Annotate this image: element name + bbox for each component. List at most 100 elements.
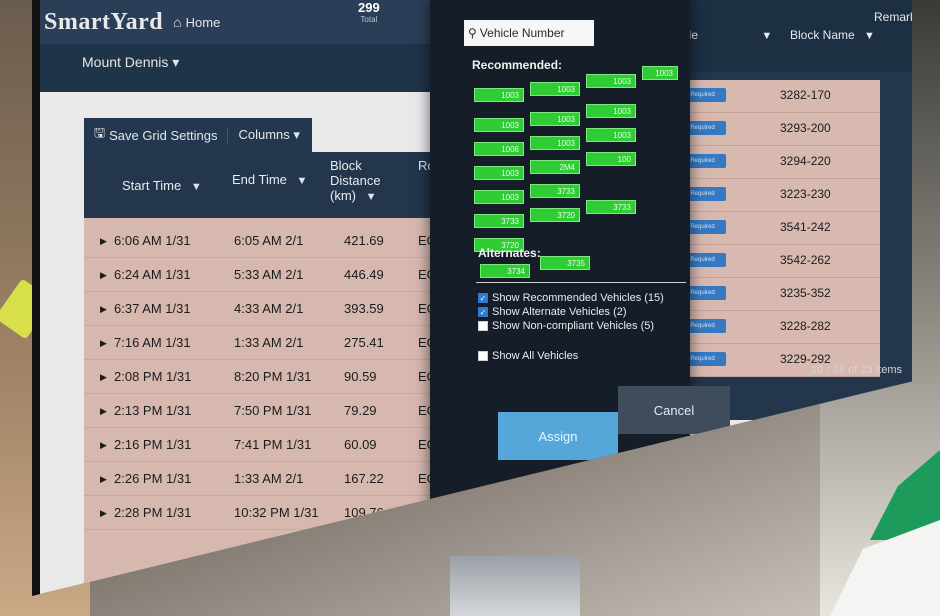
vehicle-option-button[interactable]: 1003 — [474, 88, 524, 102]
home-label: Home — [185, 14, 221, 30]
previous-page-button[interactable]: ◀ — [220, 566, 238, 584]
cell-end: 5:33 AM 2/1 — [234, 267, 304, 282]
checkbox-unchecked-icon — [478, 321, 488, 331]
header-end-time-label: End Time — [232, 172, 287, 187]
table-row[interactable]: ▶ 2:28 PM 1/31 10:32 PM 1/31 109.76 EG — [84, 496, 684, 530]
filter-icon[interactable]: ▼ — [191, 181, 202, 193]
cell-start: 2:08 PM 1/31 — [114, 369, 192, 384]
vehicle-option-button[interactable]: 1003 — [586, 74, 636, 88]
header-start-time[interactable]: Start Time ▼ — [122, 178, 202, 195]
vehicle-option-button[interactable]: 1003 — [530, 112, 580, 126]
expand-row-icon[interactable]: ▶ — [100, 474, 107, 485]
vehicle-option-button[interactable]: 3733 — [530, 184, 580, 198]
save-grid-settings-button[interactable]: 🖫 Save Grid Settings — [84, 124, 227, 146]
expand-row-icon[interactable]: ▶ — [100, 236, 107, 247]
cell-route: EG — [418, 505, 437, 520]
filter-icon[interactable]: ▼ — [297, 175, 308, 187]
home-button[interactable]: ⌂ Home — [173, 14, 220, 30]
assign-button[interactable]: Assign — [498, 412, 618, 460]
table-row[interactable]: ment Required 3282-170 — [660, 80, 880, 113]
filter-icon[interactable]: ▼ — [366, 191, 377, 203]
table-row[interactable]: ment Required 3223-230 — [660, 179, 880, 212]
expand-row-icon[interactable]: ▶ — [100, 338, 107, 349]
vehicle-option-button[interactable]: 3720 — [530, 208, 580, 222]
expand-row-icon[interactable]: ▶ — [100, 406, 107, 417]
page-number-input[interactable]: 2 — [276, 564, 305, 586]
cell-end: 8:20 PM 1/31 — [234, 369, 312, 384]
monitor-stand — [450, 556, 580, 616]
show-alternates-label: Show Alternate Vehicles (2) — [492, 306, 627, 318]
cell-end: 1:33 AM 2/1 — [234, 335, 304, 350]
vehicle-option-button[interactable]: 1006 — [474, 142, 524, 156]
vehicle-option-button[interactable]: 1003 — [642, 66, 678, 80]
right-grid-header: icle ▼ Block Name ▼ Remark — [660, 0, 912, 72]
divider — [476, 282, 686, 283]
cell-end: 7:41 PM 1/31 — [234, 437, 312, 452]
header-remark-label: Remark — [874, 10, 912, 24]
page-label: Page — [242, 568, 271, 582]
expand-row-icon[interactable]: ▶ — [100, 372, 107, 383]
vehicle-option-button[interactable]: 2M4 — [530, 160, 580, 174]
next-page-button[interactable]: ▶ — [340, 566, 359, 584]
save-grid-settings-label: Save Grid Settings — [109, 127, 218, 143]
vehicle-option-button[interactable]: 1003 — [474, 190, 524, 204]
vehicle-option-button[interactable]: 1003 — [530, 82, 580, 96]
app-logo: SmartYard — [44, 8, 164, 35]
table-row[interactable]: ment Required 3541-242 — [660, 212, 880, 245]
vehicle-option-button[interactable]: 1003 — [586, 128, 636, 142]
vehicle-search-input[interactable]: ⚲ Vehicle Number — [464, 20, 594, 46]
page-of-label: Of 3 — [310, 568, 333, 582]
last-page-button[interactable]: ▶| — [362, 566, 381, 584]
cell-block-name: 3541-242 — [780, 220, 831, 234]
vehicle-option-button[interactable]: 3734 — [480, 264, 530, 278]
vehicle-option-button[interactable]: 1003 — [474, 118, 524, 132]
cell-block-name: 3293-200 — [780, 121, 831, 135]
cell-distance: 275.41 — [344, 335, 384, 350]
vehicle-option-button[interactable]: 100 — [586, 152, 636, 166]
cell-distance: 421.69 — [344, 233, 384, 248]
table-row[interactable]: ment Required 3235-352 — [660, 278, 880, 311]
vehicle-option-button[interactable]: 1003 — [474, 166, 524, 180]
show-recommended-checkbox[interactable]: ✓ Show Recommended Vehicles (15) — [478, 292, 664, 304]
header-block-name[interactable]: Block Name ▼ — [790, 28, 875, 42]
checkbox-checked-icon: ✓ — [478, 293, 488, 303]
total-label: Total — [360, 15, 378, 24]
expand-row-icon[interactable]: ▶ — [100, 440, 107, 451]
cell-distance: 90.59 — [344, 369, 377, 384]
cell-start: 2:13 PM 1/31 — [114, 403, 192, 418]
header-end-time[interactable]: End Time ▼ — [232, 172, 307, 189]
table-row[interactable]: ment Required 3542-262 — [660, 245, 880, 278]
vehicle-option-button[interactable]: 1003 — [530, 136, 580, 150]
table-row[interactable]: ment Required 3228-282 — [660, 311, 880, 344]
show-all-vehicles-checkbox[interactable]: Show All Vehicles — [478, 350, 578, 362]
table-row[interactable]: ment Required 3294-220 — [660, 146, 880, 179]
cell-distance: 446.49 — [344, 267, 384, 282]
columns-dropdown[interactable]: Columns ▾ — [227, 127, 309, 143]
cell-block-name: 3223-230 — [780, 187, 831, 201]
total-summary: 299 Total — [358, 0, 380, 24]
header-vehicle[interactable]: icle ▼ — [680, 28, 772, 42]
cancel-button[interactable]: Cancel — [618, 386, 730, 434]
first-page-button[interactable]: |◀ — [198, 566, 216, 584]
show-noncompliant-checkbox[interactable]: Show Non-compliant Vehicles (5) — [478, 320, 654, 332]
header-remark[interactable]: Remark — [874, 10, 912, 24]
table-row[interactable]: ▶ 2:26 PM 1/31 1:33 AM 2/1 167.22 EG — [84, 462, 684, 496]
filter-icon[interactable]: ▼ — [864, 30, 875, 42]
vehicle-option-button[interactable]: 3735 — [540, 256, 590, 270]
show-alternates-checkbox[interactable]: ✓ Show Alternate Vehicles (2) — [478, 306, 627, 318]
filter-icon[interactable]: ▼ — [761, 30, 772, 42]
expand-row-icon[interactable]: ▶ — [100, 270, 107, 281]
vehicle-option-button[interactable]: 3733 — [586, 200, 636, 214]
expand-row-icon[interactable]: ▶ — [100, 508, 107, 519]
vehicle-option-button[interactable]: 3733 — [474, 214, 524, 228]
cell-distance: 79.29 — [344, 403, 377, 418]
expand-row-icon[interactable]: ▶ — [100, 304, 107, 315]
checkbox-unchecked-icon — [478, 351, 488, 361]
table-row[interactable]: ment Required 3293-200 — [660, 113, 880, 146]
cell-start: 2:28 PM 1/31 — [114, 505, 192, 520]
cell-block-name: 3235-352 — [780, 286, 831, 300]
header-block-distance[interactable]: Block Distance (km) ▼ — [330, 158, 410, 205]
vehicle-option-button[interactable]: 1003 — [586, 104, 636, 118]
yard-selector[interactable]: Mount Dennis ▾ — [82, 54, 179, 71]
checkbox-checked-icon: ✓ — [478, 307, 488, 317]
